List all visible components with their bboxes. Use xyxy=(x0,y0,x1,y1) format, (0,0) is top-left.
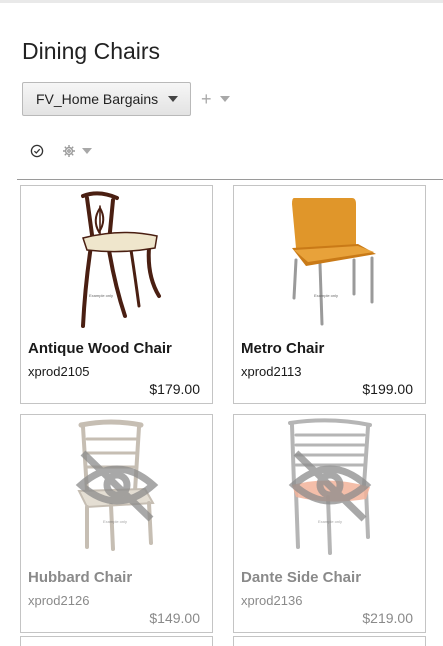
check-circle-icon[interactable] xyxy=(30,144,44,158)
triangle-down-icon[interactable] xyxy=(82,148,92,154)
product-card-partial[interactable] xyxy=(233,636,426,646)
product-card[interactable]: Example only Metro Chair xprod2113 $199.… xyxy=(233,185,426,404)
product-name[interactable]: Metro Chair xyxy=(241,340,324,357)
product-name[interactable]: Hubbard Chair xyxy=(28,569,132,586)
product-sku: xprod2113 xyxy=(241,364,302,379)
product-sku: xprod2126 xyxy=(28,593,90,608)
page-title: Dining Chairs xyxy=(22,38,161,64)
triangle-down-icon[interactable] xyxy=(219,96,230,102)
product-price: $179.00 xyxy=(149,381,200,397)
product-name[interactable]: Dante Side Chair xyxy=(241,569,361,586)
product-image[interactable]: Example only xyxy=(21,186,212,331)
divider xyxy=(17,179,443,180)
product-card[interactable]: Example only Antique Wood Chair xprod210… xyxy=(20,185,213,404)
product-price: $149.00 xyxy=(149,610,200,626)
product-name[interactable]: Antique Wood Chair xyxy=(28,340,172,357)
filter-dropdown-button[interactable]: FV_Home Bargains xyxy=(22,82,191,116)
product-sku: xprod2136 xyxy=(241,593,303,608)
product-card-partial[interactable] xyxy=(20,636,213,646)
list-toolbar xyxy=(30,142,92,160)
filter-label: FV_Home Bargains xyxy=(36,91,159,107)
add-filter-control[interactable]: + xyxy=(201,89,230,110)
product-price: $219.00 xyxy=(362,610,413,626)
product-price: $199.00 xyxy=(362,381,413,397)
product-image[interactable]: Example only xyxy=(21,415,212,560)
product-sku: xprod2105 xyxy=(28,364,90,379)
eye-slash-icon xyxy=(75,450,159,522)
watermark: Example only xyxy=(103,519,127,524)
gear-icon[interactable] xyxy=(62,144,76,158)
watermark: Example only xyxy=(318,519,342,524)
triangle-down-icon xyxy=(168,96,178,102)
watermark: Example only xyxy=(89,293,113,298)
product-card[interactable]: Example only Dante Side Chair xprod2136 … xyxy=(233,414,426,633)
product-image[interactable]: Example only xyxy=(234,186,425,331)
plus-icon[interactable]: + xyxy=(201,89,212,110)
top-border xyxy=(0,0,443,3)
settings-menu[interactable] xyxy=(62,144,92,158)
product-image[interactable]: Example only xyxy=(234,415,425,560)
filter-row: FV_Home Bargains + xyxy=(22,82,230,116)
product-card[interactable]: Example only Hubbard Chair xprod2126 $14… xyxy=(20,414,213,633)
watermark: Example only xyxy=(314,293,338,298)
